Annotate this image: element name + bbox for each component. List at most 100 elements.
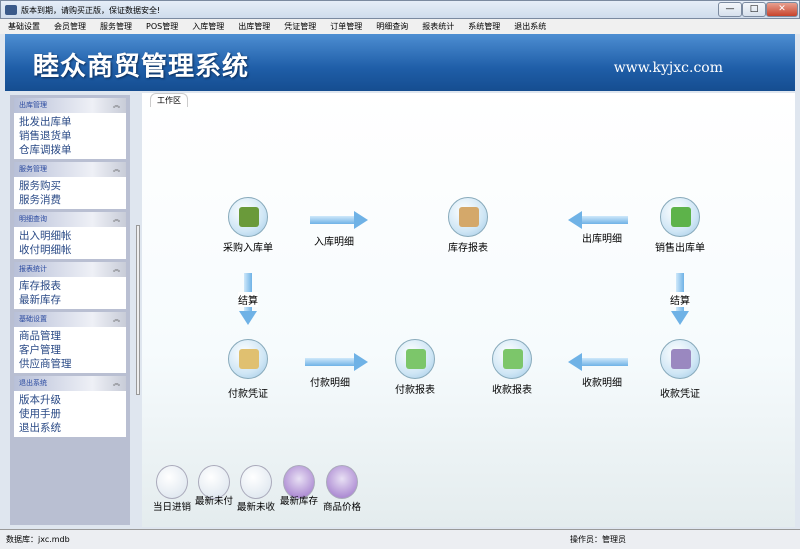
receive-report-node[interactable]: 收款报表 [472,339,552,396]
close-button[interactable]: ✕ [766,2,798,17]
collapse-icon[interactable]: ︽ [113,212,120,227]
pencil-document-icon [228,339,268,379]
menu-reports[interactable]: 报表统计 [422,19,454,34]
quick-latest-unpaid[interactable]: 最新未付 [192,465,236,507]
sidebar-group-stock-out: 出库管理 ︽ 批发出库单 销售退货单 仓库调拨单 [14,98,126,159]
quick-latest-stock[interactable]: 最新库存 [276,465,322,507]
collapse-icon[interactable]: ︽ [113,262,120,277]
quick-product-price[interactable]: 商品价格 [320,465,364,513]
group-header[interactable]: 服务管理 ︽ [14,162,126,177]
window-title: 版本到期，请购买正版，保证数据安全! [21,6,161,15]
status-bar: 数据库：jxc.mdb 操作员：管理员 [0,529,800,549]
group-header[interactable]: 退出系统 ︽ [14,376,126,391]
jar-icon [326,465,358,499]
pay-voucher-node[interactable]: 付款凭证 [208,339,288,400]
sidebar-item[interactable]: 销售退货单 [19,129,121,143]
sidebar-item[interactable]: 仓库调拨单 [19,143,121,157]
collapse-icon[interactable]: ︽ [113,376,120,391]
group-header[interactable]: 基础设置 ︽ [14,312,126,327]
sidebar-item[interactable]: 服务消费 [19,193,121,207]
node-label: 收款报表 [492,385,532,396]
menu-detail-query[interactable]: 明细查询 [376,19,408,34]
notebook-icon [660,339,700,379]
sidebar-item[interactable]: 服务购买 [19,179,121,193]
tab-workspace[interactable]: 工作区 [150,93,188,107]
sidebar-item[interactable]: 供应商管理 [19,357,121,371]
minimize-button[interactable]: — [718,2,742,17]
sidebar-item[interactable]: 批发出库单 [19,115,121,129]
group-title: 退出系统 [19,379,47,387]
menu-system[interactable]: 系统管理 [468,19,500,34]
receive-voucher-node[interactable]: 收款凭证 [640,339,720,400]
splitter-handle[interactable] [136,225,140,395]
collapse-icon[interactable]: ︽ [113,162,120,177]
group-header[interactable]: 出库管理 ︽ [14,98,126,113]
menu-stock-in[interactable]: 入库管理 [192,19,224,34]
quick-label: 商品价格 [322,502,361,513]
sidebar-item[interactable]: 客户管理 [19,343,121,357]
node-label: 库存报表 [448,243,488,254]
download-document-icon [395,339,435,379]
group-title: 报表统计 [19,265,47,273]
title-bar: 版本到期，请购买正版，保证数据安全! — □ ✕ [0,0,800,19]
group-title: 明细查询 [19,215,47,223]
stock-report-node[interactable]: 库存报表 [428,197,508,254]
node-label: 采购入库单 [223,243,273,254]
magnifier-icon [156,465,188,499]
receive-detail-label: 收款明细 [582,378,622,389]
status-database: 数据库：jxc.mdb [6,535,70,544]
sidebar-item[interactable]: 商品管理 [19,329,121,343]
sidebar-group-basic: 基础设置 ︽ 商品管理 客户管理 供应商管理 [14,312,126,373]
magnifier-icon [240,465,272,499]
folder-document-icon [660,197,700,237]
sidebar-item[interactable]: 使用手册 [19,407,121,421]
app-name: 睦众商贸管理系统 [33,52,250,82]
sidebar-item[interactable]: 退出系统 [19,421,121,435]
quick-daily-sales[interactable]: 当日进销 [150,465,194,513]
sidebar-item[interactable]: 出入明细帐 [19,229,121,243]
node-label: 付款报表 [395,385,435,396]
in-detail-label: 入库明细 [314,237,354,248]
sidebar-item[interactable]: 最新库存 [19,293,121,307]
sidebar-item[interactable]: 版本升级 [19,393,121,407]
group-header[interactable]: 报表统计 ︽ [14,262,126,277]
settle-left-label: 结算 [238,292,258,307]
menu-pos[interactable]: POS管理 [146,19,178,34]
purchase-in-node[interactable]: 采购入库单 [208,197,288,254]
node-label: 销售出库单 [655,243,705,254]
sidebar-item[interactable]: 收付明细帐 [19,243,121,257]
menu-order[interactable]: 订单管理 [330,19,362,34]
sidebar-group-exit: 退出系统 ︽ 版本升级 使用手册 退出系统 [14,376,126,437]
shopping-cart-icon [228,197,268,237]
group-title: 基础设置 [19,315,47,323]
pay-report-node[interactable]: 付款报表 [375,339,455,396]
boxes-icon [448,197,488,237]
workspace: 工作区 采购入库单 库存报表 销售出库单 付款凭证 付款报表 收款报表 收款凭证… [142,93,795,527]
upload-document-icon [492,339,532,379]
pay-detail-label: 付款明细 [310,378,350,389]
sidebar: 出库管理 ︽ 批发出库单 销售退货单 仓库调拨单 服务管理 ︽ 服务购买 服务消费 明细查… [10,95,130,525]
maximize-button[interactable]: □ [742,2,766,17]
menu-bar: 基础设置 会员管理 服务管理 POS管理 入库管理 出库管理 凭证管理 订单管理… [0,19,800,34]
menu-voucher[interactable]: 凭证管理 [284,19,316,34]
status-operator: 操作员：管理员 [570,535,626,544]
collapse-icon[interactable]: ︽ [113,98,120,113]
sidebar-item[interactable]: 库存报表 [19,279,121,293]
menu-basic-settings[interactable]: 基础设置 [8,19,40,34]
menu-exit[interactable]: 退出系统 [514,19,546,34]
quick-latest-unreceived[interactable]: 最新未收 [234,465,278,513]
quick-label: 最新未收 [236,502,275,513]
group-header[interactable]: 明细查询 ︽ [14,212,126,227]
menu-service[interactable]: 服务管理 [100,19,132,34]
group-title: 出库管理 [19,101,47,109]
group-title: 服务管理 [19,165,47,173]
menu-member[interactable]: 会员管理 [54,19,86,34]
node-label: 付款凭证 [228,389,268,400]
sidebar-group-reports: 报表统计 ︽ 库存报表 最新库存 [14,262,126,309]
collapse-icon[interactable]: ︽ [113,312,120,327]
quick-label: 当日进销 [152,502,191,513]
quick-label: 最新库存 [279,496,318,507]
app-logo-icon [5,5,17,15]
menu-stock-out[interactable]: 出库管理 [238,19,270,34]
sales-out-node[interactable]: 销售出库单 [640,197,720,254]
